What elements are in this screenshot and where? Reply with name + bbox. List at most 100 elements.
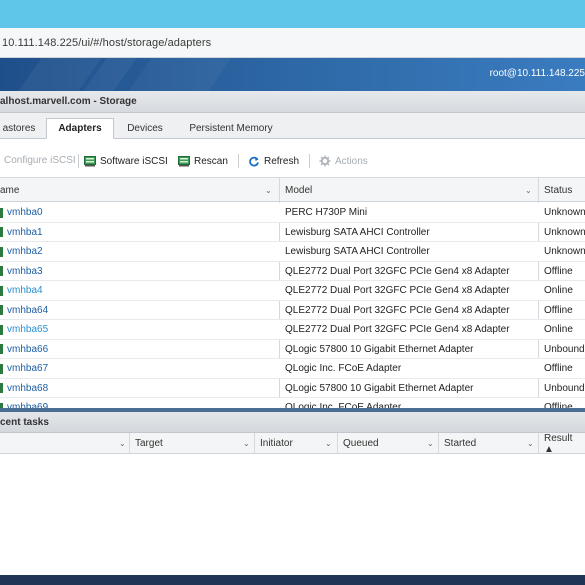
table-row[interactable]: vmhba4 QLE2772 Dual Port 32GFC PCIe Gen4 … (0, 281, 585, 301)
adapter-status: Offline (544, 402, 573, 408)
adapter-name-link[interactable]: vmhba66 (0, 340, 48, 359)
table-row[interactable]: vmhba67 QLogic Inc. FCoE Adapter Offline (0, 359, 585, 379)
column-header-started[interactable]: Started (444, 433, 476, 454)
tab-devices[interactable]: Devices (120, 118, 170, 139)
adapter-name[interactable]: vmhba4 (7, 285, 43, 296)
chevron-down-icon[interactable]: ⌄ (265, 178, 272, 202)
adapter-name-link[interactable]: vmhba1 (0, 223, 43, 242)
adapter-name-link[interactable]: vmhba65 (0, 320, 48, 339)
software-iscsi-label: Software iSCSI (100, 155, 168, 167)
chevron-down-icon[interactable]: ⌄ (119, 433, 126, 454)
adapter-name[interactable]: vmhba67 (7, 363, 48, 374)
adapter-model: Lewisburg SATA AHCI Controller (285, 246, 430, 257)
adapter-name[interactable]: vmhba2 (7, 246, 43, 257)
adapter-icon (0, 383, 3, 393)
adapter-name-link[interactable]: vmhba2 (0, 242, 43, 261)
column-header-name[interactable]: ame (0, 178, 19, 202)
adapter-model: Lewisburg SATA AHCI Controller (285, 226, 430, 238)
adapter-name[interactable]: vmhba68 (7, 383, 48, 394)
adapter-status: Offline (544, 304, 573, 316)
address-bar[interactable]: 10.111.148.225/ui/#/host/storage/adapter… (0, 28, 585, 58)
table-row[interactable]: vmhba0 PERC H730P Mini Unknown (0, 203, 585, 223)
adapter-icon (0, 363, 3, 374)
column-header-result[interactable]: Result ▲ (544, 433, 585, 455)
software-iscsi-button[interactable]: Software iSCSI (84, 155, 168, 167)
adapter-model: QLogic 57800 10 Gigabit Ethernet Adapter (285, 382, 474, 394)
adapter-name-link[interactable]: vmhba3 (0, 262, 43, 281)
adapter-name[interactable]: vmhba0 (7, 207, 43, 218)
adapter-name[interactable]: vmhba1 (7, 227, 43, 238)
adapter-icon (0, 305, 3, 315)
adapter-name-link[interactable]: vmhba64 (0, 301, 48, 320)
refresh-button[interactable]: Refresh (248, 155, 299, 167)
adapter-status: Unknown (544, 207, 585, 218)
column-header-model[interactable]: Model (285, 178, 312, 202)
adapter-name-link[interactable]: vmhba67 (0, 359, 48, 378)
tab-persistent-memory[interactable]: Persistent Memory (180, 118, 282, 139)
adapter-name[interactable]: vmhba3 (7, 266, 43, 277)
adapter-name[interactable]: vmhba66 (7, 344, 48, 355)
column-divider[interactable] (129, 433, 130, 454)
status-bar (0, 575, 585, 585)
refresh-label: Refresh (264, 155, 300, 167)
recent-tasks-title: cent tasks (0, 412, 585, 433)
chevron-down-icon[interactable]: ⌄ (527, 433, 534, 454)
table-row[interactable]: vmhba68 QLogic 57800 10 Gigabit Ethernet … (0, 379, 585, 398)
table-row[interactable]: vmhba2 Lewisburg SATA AHCI Controller Unkn… (0, 242, 585, 262)
adapter-icon (0, 324, 3, 335)
table-row[interactable]: vmhba3 QLE2772 Dual Port 32GFC PCIe Gen4 … (0, 262, 585, 281)
chevron-down-icon[interactable]: ⌄ (427, 433, 434, 454)
adapters-table: ame ⌄ Model ⌄ Status vmhba0 PERC H730P Mi… (0, 177, 585, 408)
column-divider[interactable] (337, 433, 338, 454)
toolbar-divider (309, 154, 310, 168)
adapter-status: Offline (544, 265, 573, 277)
recent-tasks-table: ⌄ Target ⌄ Initiator ⌄ Queued ⌄ Started … (0, 433, 585, 575)
adapter-icon (0, 246, 3, 257)
tab-datastores[interactable]: astores (0, 118, 40, 139)
column-divider[interactable] (538, 433, 539, 454)
storage-adapter-icon (84, 156, 96, 167)
rescan-label: Rescan (194, 155, 228, 167)
adapter-icon (0, 266, 3, 276)
page-title: alhost.marvell.com - Storage (0, 96, 137, 107)
adapter-name-link[interactable]: vmhba68 (0, 379, 48, 398)
configure-iscsi-button[interactable]: Configure iSCSI (4, 155, 76, 166)
adapter-name-link[interactable]: vmhba4 (0, 281, 43, 300)
adapter-icon (0, 285, 3, 296)
adapter-name[interactable]: vmhba64 (7, 305, 48, 316)
column-header-target[interactable]: Target (135, 433, 163, 454)
adapter-name-link[interactable]: vmhba0 (0, 203, 43, 222)
table-row[interactable]: vmhba1 Lewisburg SATA AHCI Controller Unkn… (0, 223, 585, 242)
column-header-status[interactable]: Status (544, 178, 572, 202)
toolbar-divider (78, 154, 79, 168)
adapter-name[interactable]: vmhba65 (7, 324, 48, 335)
column-header-queued[interactable]: Queued (343, 433, 379, 454)
table-row[interactable]: vmhba69 QLogic Inc. FCoE Adapter Offline (0, 398, 585, 408)
adapter-status: Online (544, 285, 573, 296)
adapter-name-link[interactable]: vmhba69 (0, 398, 48, 408)
column-divider[interactable] (254, 433, 255, 454)
actions-menu[interactable]: Actions (319, 155, 368, 167)
adapter-status: Online (544, 324, 573, 335)
rescan-icon (178, 156, 190, 167)
table-row[interactable]: vmhba65 QLE2772 Dual Port 32GFC PCIe Gen4… (0, 320, 585, 340)
table-header: ame ⌄ Model ⌄ Status (0, 178, 585, 202)
browser-tab-strip (0, 0, 585, 28)
column-divider[interactable] (438, 433, 439, 454)
tab-bar: astores Adapters Devices Persistent Memo… (0, 113, 585, 139)
url-text[interactable]: 10.111.148.225/ui/#/host/storage/adapter… (0, 37, 211, 49)
chevron-down-icon[interactable]: ⌄ (525, 178, 532, 202)
user-menu[interactable]: root@10.111.148.225 (490, 68, 585, 79)
tab-adapters[interactable]: Adapters (46, 118, 114, 139)
toolbar-divider (238, 154, 239, 168)
table-row[interactable]: vmhba66 QLogic 57800 10 Gigabit Ethernet … (0, 340, 585, 359)
rescan-button[interactable]: Rescan (178, 155, 228, 167)
table-row[interactable]: vmhba64 QLE2772 Dual Port 32GFC PCIe Gen4… (0, 301, 585, 320)
chevron-down-icon[interactable]: ⌄ (243, 433, 250, 454)
adapter-status: Offline (544, 363, 573, 374)
header-decoration (128, 58, 232, 91)
chevron-down-icon[interactable]: ⌄ (325, 433, 332, 454)
column-header-initiator[interactable]: Initiator (260, 433, 293, 454)
actions-label: Actions (335, 155, 368, 167)
configure-iscsi-label: Configure iSCSI (4, 155, 76, 166)
